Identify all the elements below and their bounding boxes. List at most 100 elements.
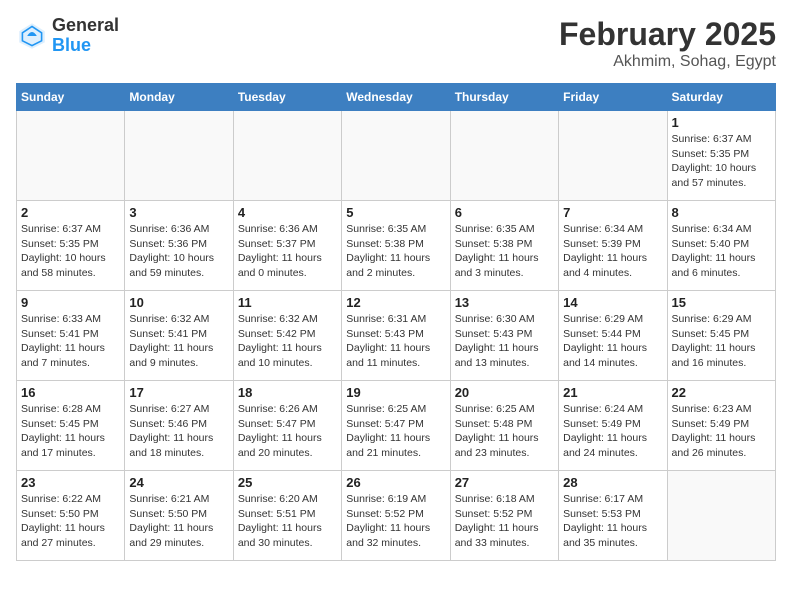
day-number: 20 <box>455 385 554 400</box>
calendar-day-cell: 9 Sunrise: 6:33 AM Sunset: 5:41 PM Daylig… <box>17 291 125 381</box>
day-number: 16 <box>21 385 120 400</box>
title-block: February 2025 Akhmim, Sohag, Egypt <box>559 16 776 71</box>
day-of-week-header: Monday <box>125 84 233 111</box>
calendar-day-cell: 6 Sunrise: 6:35 AM Sunset: 5:38 PM Daylig… <box>450 201 558 291</box>
day-number: 27 <box>455 475 554 490</box>
day-info: Sunrise: 6:30 AM Sunset: 5:43 PM Dayligh… <box>455 312 554 371</box>
day-info: Sunrise: 6:17 AM Sunset: 5:53 PM Dayligh… <box>563 492 662 551</box>
calendar-day-cell: 8 Sunrise: 6:34 AM Sunset: 5:40 PM Daylig… <box>667 201 775 291</box>
calendar-day-cell: 4 Sunrise: 6:36 AM Sunset: 5:37 PM Daylig… <box>233 201 341 291</box>
calendar-day-cell <box>667 471 775 561</box>
day-info: Sunrise: 6:21 AM Sunset: 5:50 PM Dayligh… <box>129 492 228 551</box>
calendar-day-cell: 27 Sunrise: 6:18 AM Sunset: 5:52 PM Dayli… <box>450 471 558 561</box>
calendar-day-cell: 17Sunrise: 6:27 AM Sunset: 5:46 PM Dayli… <box>125 381 233 471</box>
calendar-day-cell: 15 Sunrise: 6:29 AM Sunset: 5:45 PM Dayli… <box>667 291 775 381</box>
calendar-day-cell <box>559 111 667 201</box>
calendar-week-row: 23 Sunrise: 6:22 AM Sunset: 5:50 PM Dayli… <box>17 471 776 561</box>
calendar-day-cell: 13 Sunrise: 6:30 AM Sunset: 5:43 PM Dayli… <box>450 291 558 381</box>
calendar-day-cell: 22 Sunrise: 6:23 AM Sunset: 5:49 PM Dayli… <box>667 381 775 471</box>
day-number: 15 <box>672 295 771 310</box>
day-info: Sunrise: 6:29 AM Sunset: 5:45 PM Dayligh… <box>672 312 771 371</box>
day-number: 28 <box>563 475 662 490</box>
day-info: Sunrise: 6:24 AM Sunset: 5:49 PM Dayligh… <box>563 402 662 461</box>
day-info: Sunrise: 6:26 AM Sunset: 5:47 PM Dayligh… <box>238 402 337 461</box>
calendar-day-cell: 14 Sunrise: 6:29 AM Sunset: 5:44 PM Dayli… <box>559 291 667 381</box>
day-info: Sunrise: 6:25 AM Sunset: 5:47 PM Dayligh… <box>346 402 445 461</box>
logo-blue: Blue <box>52 36 119 56</box>
calendar-day-cell: 3 Sunrise: 6:36 AM Sunset: 5:36 PM Daylig… <box>125 201 233 291</box>
logo-icon <box>16 20 48 52</box>
logo-general: General <box>52 16 119 36</box>
day-of-week-header: Tuesday <box>233 84 341 111</box>
calendar-day-cell <box>125 111 233 201</box>
day-info: Sunrise: 6:18 AM Sunset: 5:52 PM Dayligh… <box>455 492 554 551</box>
day-number: 12 <box>346 295 445 310</box>
day-number: 23 <box>21 475 120 490</box>
calendar-day-cell: 21 Sunrise: 6:24 AM Sunset: 5:49 PM Dayli… <box>559 381 667 471</box>
calendar-day-cell: 23 Sunrise: 6:22 AM Sunset: 5:50 PM Dayli… <box>17 471 125 561</box>
calendar-day-cell <box>233 111 341 201</box>
calendar-day-cell <box>450 111 558 201</box>
calendar-day-cell: 28 Sunrise: 6:17 AM Sunset: 5:53 PM Dayli… <box>559 471 667 561</box>
logo: General Blue <box>16 16 119 56</box>
day-of-week-header: Friday <box>559 84 667 111</box>
page-header: General Blue February 2025 Akhmim, Sohag… <box>16 16 776 71</box>
day-of-week-header: Sunday <box>17 84 125 111</box>
day-info: Sunrise: 6:32 AM Sunset: 5:42 PM Dayligh… <box>238 312 337 371</box>
day-number: 5 <box>346 205 445 220</box>
calendar-day-cell: 5 Sunrise: 6:35 AM Sunset: 5:38 PM Daylig… <box>342 201 450 291</box>
day-number: 8 <box>672 205 771 220</box>
calendar-day-cell: 2Sunrise: 6:37 AM Sunset: 5:35 PM Daylig… <box>17 201 125 291</box>
calendar-day-cell: 24 Sunrise: 6:21 AM Sunset: 5:50 PM Dayli… <box>125 471 233 561</box>
calendar-week-row: 2Sunrise: 6:37 AM Sunset: 5:35 PM Daylig… <box>17 201 776 291</box>
calendar-week-row: 9 Sunrise: 6:33 AM Sunset: 5:41 PM Daylig… <box>17 291 776 381</box>
day-number: 13 <box>455 295 554 310</box>
calendar-day-cell <box>342 111 450 201</box>
day-number: 25 <box>238 475 337 490</box>
calendar-day-cell: 19 Sunrise: 6:25 AM Sunset: 5:47 PM Dayli… <box>342 381 450 471</box>
day-number: 22 <box>672 385 771 400</box>
location-subtitle: Akhmim, Sohag, Egypt <box>559 53 776 71</box>
day-of-week-header: Thursday <box>450 84 558 111</box>
day-info: Sunrise: 6:31 AM Sunset: 5:43 PM Dayligh… <box>346 312 445 371</box>
day-info: Sunrise: 6:29 AM Sunset: 5:44 PM Dayligh… <box>563 312 662 371</box>
day-of-week-header: Saturday <box>667 84 775 111</box>
day-info: Sunrise: 6:25 AM Sunset: 5:48 PM Dayligh… <box>455 402 554 461</box>
day-info: Sunrise: 6:37 AM Sunset: 5:35 PM Dayligh… <box>672 132 771 191</box>
day-number: 18 <box>238 385 337 400</box>
day-number: 6 <box>455 205 554 220</box>
calendar-header-row: SundayMondayTuesdayWednesdayThursdayFrid… <box>17 84 776 111</box>
day-number: 10 <box>129 295 228 310</box>
day-of-week-header: Wednesday <box>342 84 450 111</box>
day-number: 21 <box>563 385 662 400</box>
day-info: Sunrise: 6:33 AM Sunset: 5:41 PM Dayligh… <box>21 312 120 371</box>
day-number: 19 <box>346 385 445 400</box>
day-info: Sunrise: 6:19 AM Sunset: 5:52 PM Dayligh… <box>346 492 445 551</box>
day-number: 4 <box>238 205 337 220</box>
calendar-day-cell: 20 Sunrise: 6:25 AM Sunset: 5:48 PM Dayli… <box>450 381 558 471</box>
day-number: 26 <box>346 475 445 490</box>
day-number: 9 <box>21 295 120 310</box>
day-number: 24 <box>129 475 228 490</box>
day-info: Sunrise: 6:37 AM Sunset: 5:35 PM Dayligh… <box>21 222 120 281</box>
day-number: 14 <box>563 295 662 310</box>
day-number: 1 <box>672 115 771 130</box>
day-number: 17 <box>129 385 228 400</box>
calendar-day-cell: 7 Sunrise: 6:34 AM Sunset: 5:39 PM Daylig… <box>559 201 667 291</box>
day-info: Sunrise: 6:36 AM Sunset: 5:36 PM Dayligh… <box>129 222 228 281</box>
day-info: Sunrise: 6:23 AM Sunset: 5:49 PM Dayligh… <box>672 402 771 461</box>
calendar-week-row: 1 Sunrise: 6:37 AM Sunset: 5:35 PM Daylig… <box>17 111 776 201</box>
day-info: Sunrise: 6:34 AM Sunset: 5:40 PM Dayligh… <box>672 222 771 281</box>
day-info: Sunrise: 6:32 AM Sunset: 5:41 PM Dayligh… <box>129 312 228 371</box>
day-info: Sunrise: 6:28 AM Sunset: 5:45 PM Dayligh… <box>21 402 120 461</box>
day-number: 3 <box>129 205 228 220</box>
day-info: Sunrise: 6:36 AM Sunset: 5:37 PM Dayligh… <box>238 222 337 281</box>
day-info: Sunrise: 6:20 AM Sunset: 5:51 PM Dayligh… <box>238 492 337 551</box>
day-info: Sunrise: 6:22 AM Sunset: 5:50 PM Dayligh… <box>21 492 120 551</box>
day-number: 7 <box>563 205 662 220</box>
day-number: 11 <box>238 295 337 310</box>
day-info: Sunrise: 6:35 AM Sunset: 5:38 PM Dayligh… <box>346 222 445 281</box>
day-info: Sunrise: 6:34 AM Sunset: 5:39 PM Dayligh… <box>563 222 662 281</box>
day-info: Sunrise: 6:35 AM Sunset: 5:38 PM Dayligh… <box>455 222 554 281</box>
calendar-day-cell: 11 Sunrise: 6:32 AM Sunset: 5:42 PM Dayli… <box>233 291 341 381</box>
